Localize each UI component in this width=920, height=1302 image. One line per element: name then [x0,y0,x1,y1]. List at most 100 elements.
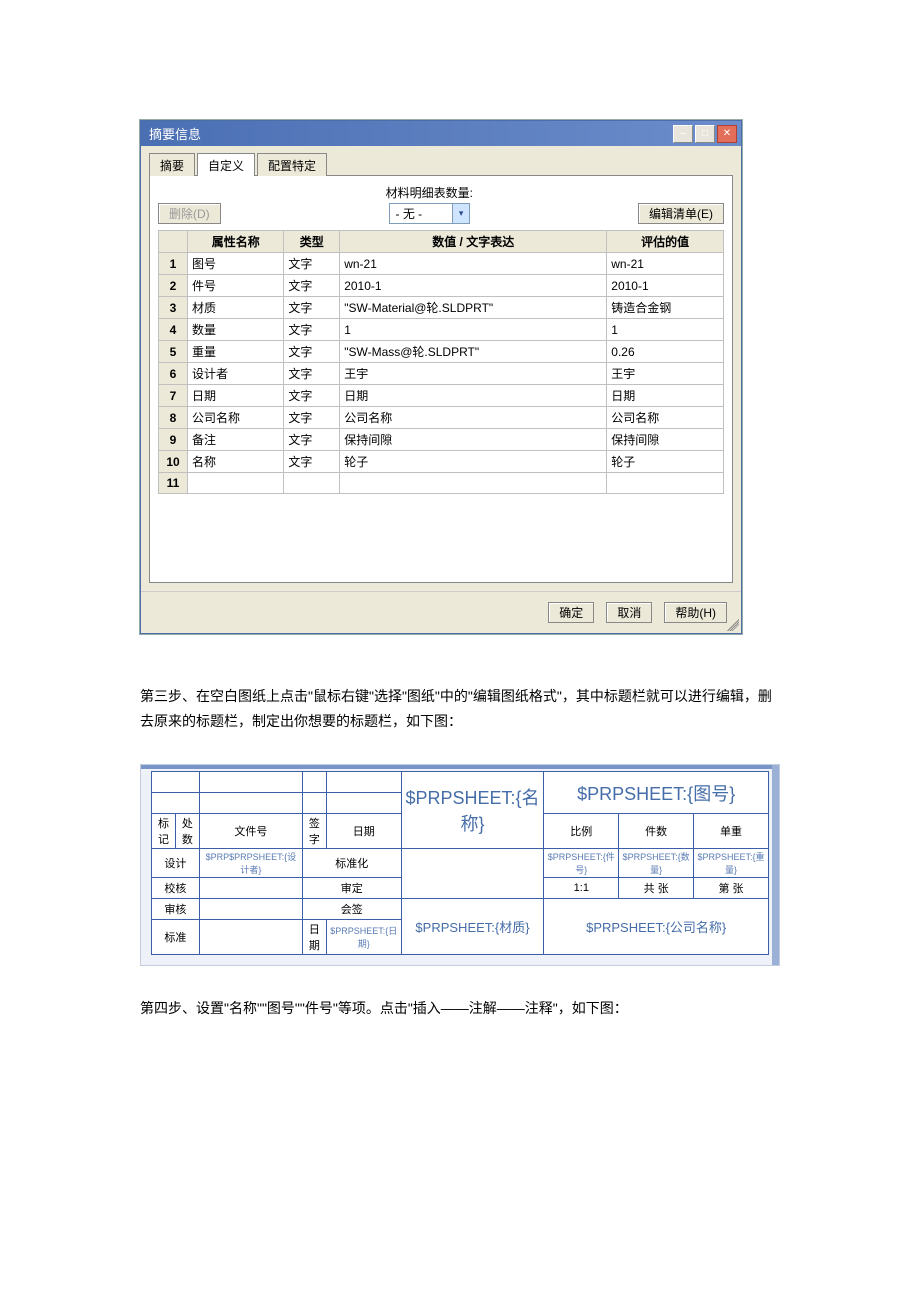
cell-expr[interactable]: "SW-Material@轮.SLDPRT" [340,297,607,319]
cell-name[interactable]: 图号 [188,253,284,275]
cell-type[interactable]: 文字 [284,297,340,319]
cell-name[interactable]: 名称 [188,451,284,473]
tb-count-lbl: 件数 [619,814,694,849]
cell-name[interactable]: 备注 [188,429,284,451]
cell-eval: 0.26 [607,341,724,363]
tb-design: 设计 [152,849,200,878]
cell-name[interactable]: 件号 [188,275,284,297]
cell-rownum: 6 [159,363,188,385]
minimize-icon[interactable]: – [673,125,693,143]
cell-rownum: 8 [159,407,188,429]
ok-button[interactable]: 确定 [548,602,594,623]
tb-stdchk: 标准化 [302,849,401,878]
tb-scale-lbl: 比例 [544,814,619,849]
tb-mass: $PRPSHEET:{重量} [694,849,769,878]
tb-partno: $PRPSHEET:{件号} [544,849,619,878]
cell-name[interactable]: 材质 [188,297,284,319]
cell-expr[interactable]: 王宇 [340,363,607,385]
col-name: 属性名称 [188,231,284,253]
table-row[interactable]: 3材质文字"SW-Material@轮.SLDPRT"铸造合金钢 [159,297,724,319]
cell-type[interactable]: 文字 [284,363,340,385]
cell-eval: wn-21 [607,253,724,275]
cell-type[interactable]: 文字 [284,275,340,297]
table-row[interactable]: 10名称文字轮子轮子 [159,451,724,473]
cell-expr[interactable]: "SW-Mass@轮.SLDPRT" [340,341,607,363]
cell-rownum: 5 [159,341,188,363]
table-row[interactable]: 9备注文字保持间隙保持间隙 [159,429,724,451]
tb-scale-val: 1:1 [544,878,619,899]
cell-type[interactable]: 文字 [284,385,340,407]
cell-rownum: 9 [159,429,188,451]
titleblock-image: $PRPSHEET:{名称} $PRPSHEET:{图号} 标记 处数 文件号 … [140,764,780,966]
tb-total: 共 张 [619,878,694,899]
chevron-down-icon[interactable]: ▾ [452,204,469,223]
dialog-titlebar[interactable]: 摘要信息 – □ ✕ [141,121,741,146]
cell-eval [607,473,724,494]
cell-expr[interactable]: 2010-1 [340,275,607,297]
cell-expr[interactable] [340,473,607,494]
help-button[interactable]: 帮助(H) [664,602,727,623]
delete-button[interactable]: 删除(D) [158,203,221,224]
col-eval: 评估的值 [607,231,724,253]
tab-summary[interactable]: 摘要 [149,153,195,176]
table-row[interactable]: 11 [159,473,724,494]
cell-name[interactable] [188,473,284,494]
cell-rownum: 3 [159,297,188,319]
cell-name[interactable]: 重量 [188,341,284,363]
maximize-icon[interactable]: □ [695,125,715,143]
cell-name[interactable]: 公司名称 [188,407,284,429]
close-icon[interactable]: ✕ [717,125,737,143]
table-row[interactable]: 8公司名称文字公司名称公司名称 [159,407,724,429]
tb-approve: 审定 [302,878,401,899]
cell-rownum: 4 [159,319,188,341]
resize-grip-icon[interactable] [727,619,739,631]
cell-type[interactable]: 文字 [284,253,340,275]
tab-custom[interactable]: 自定义 [197,153,255,176]
bom-quantity-value: - 无 - [390,204,453,223]
cell-type[interactable]: 文字 [284,319,340,341]
step4-paragraph: 第四步、设置"名称""图号""件号"等项。点击"插入——注解——注释"，如下图： [140,996,780,1021]
cell-expr[interactable]: wn-21 [340,253,607,275]
cell-eval: 公司名称 [607,407,724,429]
cell-type[interactable]: 文字 [284,451,340,473]
cell-name[interactable]: 日期 [188,385,284,407]
cell-expr[interactable]: 日期 [340,385,607,407]
cell-eval: 1 [607,319,724,341]
tb-page: 第 张 [694,878,769,899]
table-row[interactable]: 7日期文字日期日期 [159,385,724,407]
tb-proc: 处数 [175,814,199,849]
cell-expr[interactable]: 公司名称 [340,407,607,429]
cell-type[interactable]: 文字 [284,341,340,363]
tab-config[interactable]: 配置特定 [257,153,327,176]
tb-designer: $PRP$PRPSHEET:{设计者} [199,849,302,878]
tb-mark: 标记 [152,814,176,849]
table-row[interactable]: 5重量文字"SW-Mass@轮.SLDPRT"0.26 [159,341,724,363]
bom-quantity-combo[interactable]: - 无 - ▾ [389,203,471,224]
cancel-button[interactable]: 取消 [606,602,652,623]
col-type: 类型 [284,231,340,253]
tb-weight-lbl: 单重 [694,814,769,849]
tb-review: 审核 [152,899,200,920]
cell-type[interactable] [284,473,340,494]
cell-rownum: 10 [159,451,188,473]
properties-grid: 属性名称 类型 数值 / 文字表达 评估的值 1图号文字wn-21wn-212件… [158,230,724,494]
tb-sign: 签字 [302,814,326,849]
table-row[interactable]: 6设计者文字王宇王宇 [159,363,724,385]
cell-expr[interactable]: 轮子 [340,451,607,473]
cell-expr[interactable]: 1 [340,319,607,341]
edit-list-button[interactable]: 编辑清单(E) [638,203,724,224]
cell-rownum: 1 [159,253,188,275]
tb-material: $PRPSHEET:{材质} [401,899,544,955]
tab-panel: 删除(D) 材料明细表数量: - 无 - ▾ 编辑清单(E) 属性名称 类型 [149,175,733,583]
table-row[interactable]: 1图号文字wn-21wn-21 [159,253,724,275]
cell-type[interactable]: 文字 [284,429,340,451]
cell-name[interactable]: 设计者 [188,363,284,385]
table-row[interactable]: 2件号文字2010-12010-1 [159,275,724,297]
cell-name[interactable]: 数量 [188,319,284,341]
cell-expr[interactable]: 保持间隙 [340,429,607,451]
table-row[interactable]: 4数量文字11 [159,319,724,341]
tb-doc: 文件号 [199,814,302,849]
cell-type[interactable]: 文字 [284,407,340,429]
cell-eval: 铸造合金钢 [607,297,724,319]
tb-name: $PRPSHEET:{名称} [401,772,544,849]
